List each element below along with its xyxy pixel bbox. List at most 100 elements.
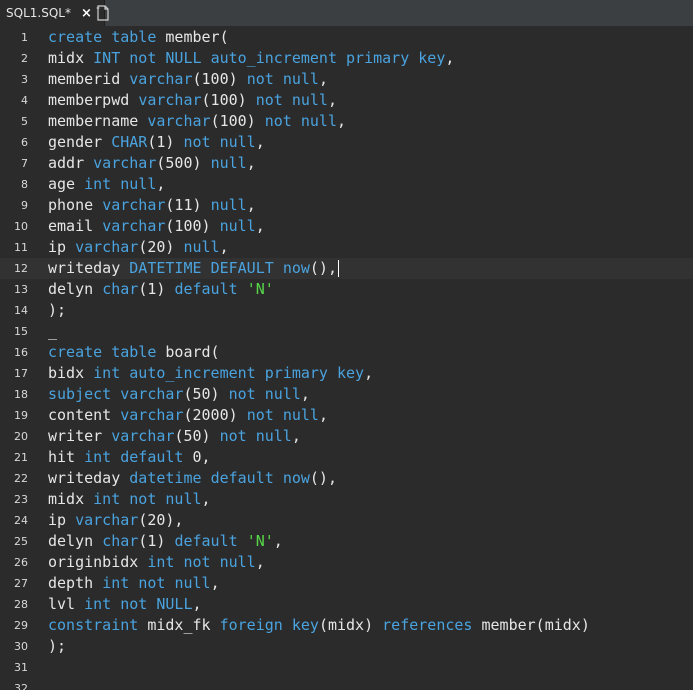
code-line[interactable]: 3 memberid varchar(100) not null, bbox=[0, 69, 693, 90]
code-line[interactable]: 22 writeday datetime default now(), bbox=[0, 468, 693, 489]
text-token: , bbox=[445, 49, 455, 67]
keyword-token: not bbox=[264, 112, 292, 130]
keyword-token: key bbox=[291, 616, 319, 634]
code-line[interactable]: 23 midx int not null, bbox=[0, 489, 693, 510]
text-token: , bbox=[255, 217, 265, 235]
keyword-token: int bbox=[102, 574, 130, 592]
code-line[interactable]: 10 email varchar(100) null, bbox=[0, 216, 693, 237]
keyword-token: now bbox=[282, 469, 310, 487]
line-code: depth int not null, bbox=[48, 573, 220, 594]
keyword-token: varchar bbox=[129, 70, 193, 88]
code-line[interactable]: 13 delyn char(1) default 'N' bbox=[0, 279, 693, 300]
code-line[interactable]: 27 depth int not null, bbox=[0, 573, 693, 594]
line-code: phone varchar(11) null, bbox=[48, 195, 256, 216]
code-line[interactable]: 18 subject varchar(50) not null, bbox=[0, 384, 693, 405]
code-line[interactable]: 6 gender CHAR(1) not null, bbox=[0, 132, 693, 153]
line-number: 27 bbox=[14, 577, 28, 590]
line-code: email varchar(100) null, bbox=[48, 216, 265, 237]
line-number: 10 bbox=[14, 220, 28, 233]
text-token: delyn bbox=[48, 532, 103, 550]
code-line[interactable]: 8 age int null, bbox=[0, 174, 693, 195]
text-token: member( bbox=[156, 28, 229, 46]
text-token: (100) bbox=[165, 217, 220, 235]
text-token: phone bbox=[48, 196, 103, 214]
text-token: 0, bbox=[183, 448, 211, 466]
text-token: , bbox=[327, 91, 337, 109]
code-line[interactable]: 21 hit int default 0, bbox=[0, 447, 693, 468]
text-token: memberpwd bbox=[48, 91, 139, 109]
keyword-token: primary bbox=[346, 49, 410, 67]
code-line[interactable]: 19 content varchar(2000) not null, bbox=[0, 405, 693, 426]
code-line[interactable]: 29 constraint midx_fk foreign key(midx) r… bbox=[0, 615, 693, 636]
text-token: (midx) bbox=[318, 616, 383, 634]
line-number: 29 bbox=[14, 619, 28, 632]
code-line[interactable]: 4 memberpwd varchar(100) not null, bbox=[0, 90, 693, 111]
close-icon[interactable]: × bbox=[81, 6, 92, 21]
code-line[interactable]: 20 writer varchar(50) not null, bbox=[0, 426, 693, 447]
line-number: 1 bbox=[21, 31, 28, 44]
code-line[interactable]: 28 lvl int not NULL, bbox=[0, 594, 693, 615]
tab-bar: SQL1.SQL* × bbox=[0, 0, 693, 27]
code-line[interactable]: 25 delyn char(1) default 'N', bbox=[0, 531, 693, 552]
keyword-token: null bbox=[210, 154, 247, 172]
text-token: , bbox=[246, 196, 256, 214]
text-token: _ bbox=[48, 322, 58, 340]
line-code: midx int not null, bbox=[48, 489, 211, 510]
code-line[interactable]: 5 membername varchar(100) not null, bbox=[0, 111, 693, 132]
new-document-icon[interactable] bbox=[96, 5, 110, 21]
line-number: 20 bbox=[14, 430, 28, 443]
text-token: , bbox=[201, 490, 211, 508]
code-line[interactable]: 14); bbox=[0, 300, 693, 321]
keyword-token: primary bbox=[264, 364, 328, 382]
text-token: , bbox=[318, 70, 328, 88]
keyword-token: null bbox=[255, 427, 292, 445]
text-token: delyn bbox=[48, 280, 103, 298]
keyword-token: null bbox=[264, 385, 301, 403]
keyword-token: default bbox=[174, 532, 238, 550]
code-line[interactable]: 11 ip varchar(20) null, bbox=[0, 237, 693, 258]
code-line[interactable]: 17 bidx int auto_increment primary key, bbox=[0, 363, 693, 384]
code-line[interactable]: 15 _ bbox=[0, 321, 693, 342]
code-line[interactable]: 2 midx INT not NULL auto_increment primar… bbox=[0, 48, 693, 69]
keyword-token: table bbox=[111, 28, 157, 46]
code-line[interactable]: 9 phone varchar(11) null, bbox=[0, 195, 693, 216]
code-line[interactable]: 26 originbidx int not null, bbox=[0, 552, 693, 573]
sql-editor-window: SQL1.SQL* × 1 create table member(2 midx I… bbox=[0, 0, 693, 690]
code-line[interactable]: 30); bbox=[0, 636, 693, 657]
keyword-token: varchar bbox=[102, 196, 166, 214]
text-token: , bbox=[156, 175, 166, 193]
tab-title: SQL1.SQL* bbox=[6, 6, 71, 20]
keyword-token: CHAR bbox=[111, 133, 148, 151]
code-line[interactable]: 31 bbox=[0, 657, 693, 678]
code-line[interactable]: 7 addr varchar(500) null, bbox=[0, 153, 693, 174]
text-token: (500) bbox=[156, 154, 211, 172]
keyword-token: subject bbox=[48, 385, 112, 403]
line-number: 12 bbox=[14, 262, 28, 275]
text-token: (100) bbox=[201, 91, 256, 109]
line-number: 15 bbox=[14, 325, 28, 338]
line-number: 21 bbox=[14, 451, 28, 464]
code-editor[interactable]: 1 create table member(2 midx INT not NULL … bbox=[0, 27, 693, 690]
text-token: email bbox=[48, 217, 103, 235]
keyword-token: references bbox=[382, 616, 473, 634]
code-line[interactable]: 32 bbox=[0, 678, 693, 690]
tab-sql1[interactable]: SQL1.SQL* × bbox=[0, 0, 105, 26]
code-line[interactable]: 12 writeday DATETIME DEFAULT now(), bbox=[0, 258, 693, 279]
code-line[interactable]: 16 create table board( bbox=[0, 342, 693, 363]
text-token: content bbox=[48, 406, 121, 424]
keyword-token: NULL bbox=[156, 595, 193, 613]
code-line[interactable]: 24 ip varchar(20), bbox=[0, 510, 693, 531]
text-token: ip bbox=[48, 511, 76, 529]
code-line[interactable]: 1 create table member( bbox=[0, 27, 693, 48]
text-caret bbox=[338, 260, 339, 277]
keyword-token: null bbox=[219, 553, 256, 571]
line-number: 23 bbox=[14, 493, 28, 506]
line-number: 25 bbox=[14, 535, 28, 548]
line-code: create table board( bbox=[48, 342, 220, 363]
text-token: memberid bbox=[48, 70, 130, 88]
